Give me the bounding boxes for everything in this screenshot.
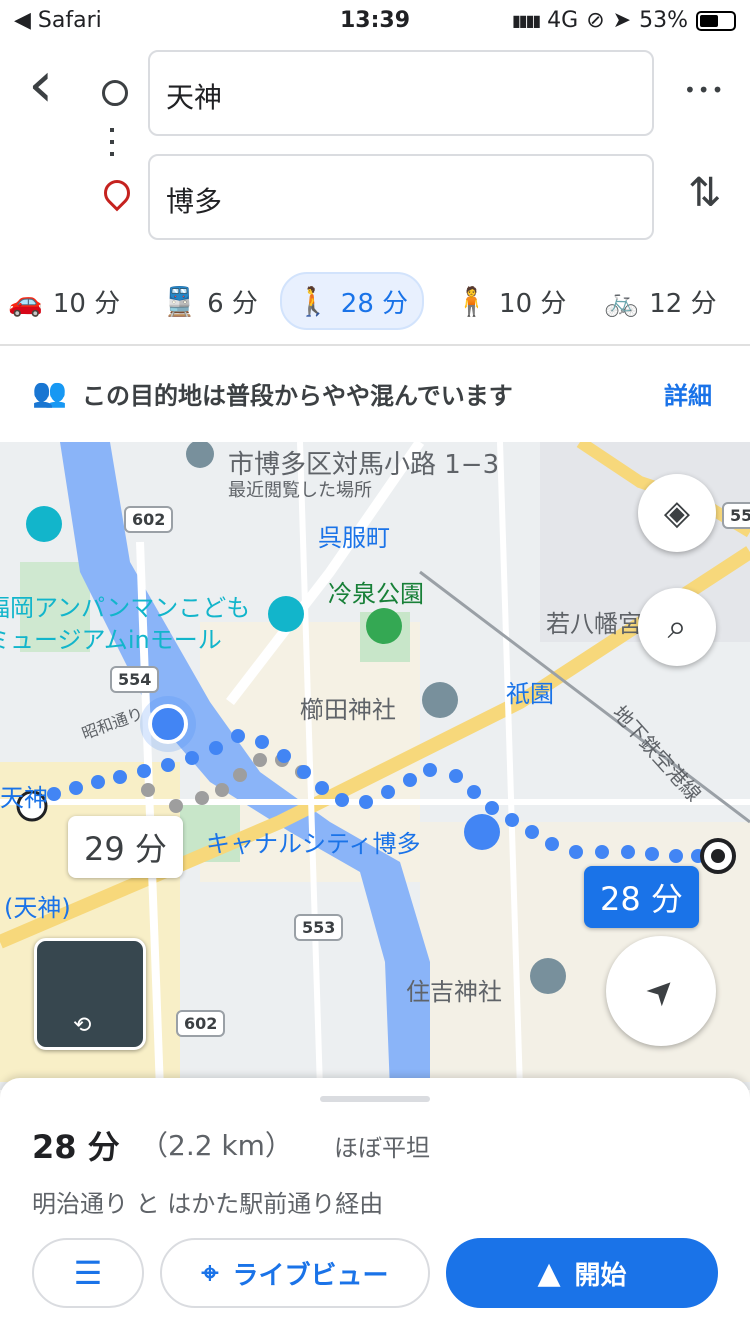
layers-button[interactable]: ◈ — [638, 474, 716, 552]
road-number-602-south: 602 — [176, 1010, 226, 1037]
car-icon: 🚗 — [8, 284, 43, 318]
status-right: ▮▮▮▮ 4G ⊘ ➤ 53% — [512, 8, 736, 33]
route-distance: （2.2 km） — [140, 1129, 293, 1162]
sheet-handle[interactable] — [320, 1096, 430, 1102]
route-via: 明治通り と はかた駅前通り経由 — [32, 1190, 384, 1218]
map-label-tenjin[interactable]: 天神 — [0, 778, 48, 813]
navigation-arrow-icon: ➤ — [636, 966, 686, 1016]
tab-walking-label: 28 分 — [340, 288, 409, 319]
train-icon: 🚆 — [162, 284, 198, 318]
more-options-icon[interactable]: ••• — [684, 78, 725, 102]
rotate-360-icon: ⟲ — [73, 1013, 92, 1038]
battery-percent: 53% — [639, 8, 688, 33]
travel-mode-tabs: 🚗 10 分 🚆 6 分 🚶 28 分 🧍 10 分 🚲 12 分 — [0, 268, 750, 334]
ride-hail-icon: 🧍 — [454, 284, 490, 318]
live-view-pin-icon: ⌖ — [201, 1255, 219, 1291]
search-icon: ⌕ — [667, 607, 687, 647]
location-arrow-icon: ➤ — [612, 8, 632, 33]
tab-driving-label: 10 分 — [52, 288, 121, 319]
directions-header: ‹ 天神 博多 ••• ⇅ — [0, 44, 750, 264]
map-label-wakahachiman[interactable]: 若八幡宮 — [546, 604, 642, 639]
street-view-thumbnail[interactable]: ⟲ — [34, 938, 146, 1050]
origin-circle-icon — [102, 80, 128, 106]
list-icon: ☰ — [73, 1254, 103, 1292]
lock-rotation-icon: ⊘ — [586, 8, 605, 33]
map-label-kushida[interactable]: 櫛田神社 — [300, 690, 396, 725]
start-label: 開始 — [574, 1260, 627, 1291]
map-label-reisen-park[interactable]: 冷泉公園 — [328, 574, 424, 609]
road-number-554: 554 — [110, 666, 160, 693]
dots-connector-icon — [110, 128, 114, 162]
battery-icon — [696, 10, 736, 31]
map-label-anpanman-2[interactable]: ミュージアムinモール — [0, 620, 222, 655]
tab-walking[interactable]: 🚶 28 分 — [279, 272, 425, 330]
road-number-55: 55 — [722, 502, 750, 529]
back-button[interactable]: ‹ — [28, 48, 54, 122]
map-label-sumiyoshi[interactable]: 住吉神社 — [406, 972, 502, 1007]
recenter-button[interactable]: ➤ — [606, 936, 716, 1046]
tab-cycling[interactable]: 🚲 12 分 — [590, 274, 730, 328]
road-number-602: 602 — [124, 506, 174, 533]
tab-transit-label: 6 分 — [207, 288, 258, 319]
map-label-tenjin-station[interactable]: (天神) — [4, 888, 71, 923]
network-label: 4G — [547, 8, 579, 33]
route-bottom-sheet: 28 分 （2.2 km） ほぼ平坦 明治通り と はかた駅前通り経由 ☰ ⌖ … — [0, 1078, 750, 1334]
walk-icon: 🚶 — [295, 284, 331, 318]
search-button[interactable]: ⌕ — [638, 588, 716, 666]
tab-transit[interactable]: 🚆 6 分 — [148, 274, 272, 328]
layers-icon: ◈ — [663, 493, 691, 533]
map-label-gofukumachi[interactable]: 呉服町 — [318, 518, 390, 553]
destination-field[interactable]: 博多 — [148, 154, 654, 240]
start-button[interactable]: ▲ 開始 — [446, 1238, 718, 1308]
map-label-anpanman-1[interactable]: 福岡アンパンマンこども — [0, 588, 250, 623]
route-duration: 28 分 — [32, 1128, 120, 1166]
map-label-gion[interactable]: 祇園 — [506, 674, 554, 709]
crowd-notice-text: この目的地は普段からやや混んでいます — [82, 382, 513, 410]
route-terrain: ほぼ平坦 — [334, 1134, 430, 1162]
people-icon: 👥 — [32, 376, 67, 409]
tab-ride[interactable]: 🧍 10 分 — [440, 274, 580, 328]
tab-driving[interactable]: 🚗 10 分 — [0, 274, 134, 328]
alt-route-time-badge[interactable]: 29 分 — [68, 816, 183, 878]
origin-field[interactable]: 天神 — [148, 50, 654, 136]
route-time-badge[interactable]: 28 分 — [584, 866, 699, 928]
tab-cycling-label: 12 分 — [649, 288, 717, 319]
map-view[interactable]: 市博多区対馬小路 1−3 最近閲覧した場所 呉服町 冷泉公園 福岡アンパンマンこ… — [0, 442, 750, 1090]
signal-icon: ▮▮▮▮ — [511, 11, 541, 30]
navigation-icon: ▲ — [537, 1255, 561, 1291]
swap-icon[interactable]: ⇅ — [688, 170, 722, 216]
destination-pin-icon — [98, 174, 136, 212]
crowd-notice: 👥 この目的地は普段からやや混んでいます 詳細 — [0, 346, 750, 442]
status-bar: ◀ Safari 13:39 ▮▮▮▮ 4G ⊘ ➤ 53% — [0, 0, 750, 44]
details-link[interactable]: 詳細 — [664, 376, 712, 411]
live-view-label: ライブビュー — [232, 1260, 389, 1291]
bicycle-icon: 🚲 — [604, 284, 640, 318]
tab-ride-label: 10 分 — [499, 288, 567, 319]
road-number-553: 553 — [294, 914, 344, 941]
map-label-canal-city[interactable]: キャナルシティ博多 — [206, 824, 421, 859]
map-label-recent-note: 最近閲覧した場所 — [228, 480, 372, 501]
steps-button[interactable]: ☰ — [32, 1238, 144, 1308]
live-view-button[interactable]: ⌖ ライブビュー — [160, 1238, 430, 1308]
